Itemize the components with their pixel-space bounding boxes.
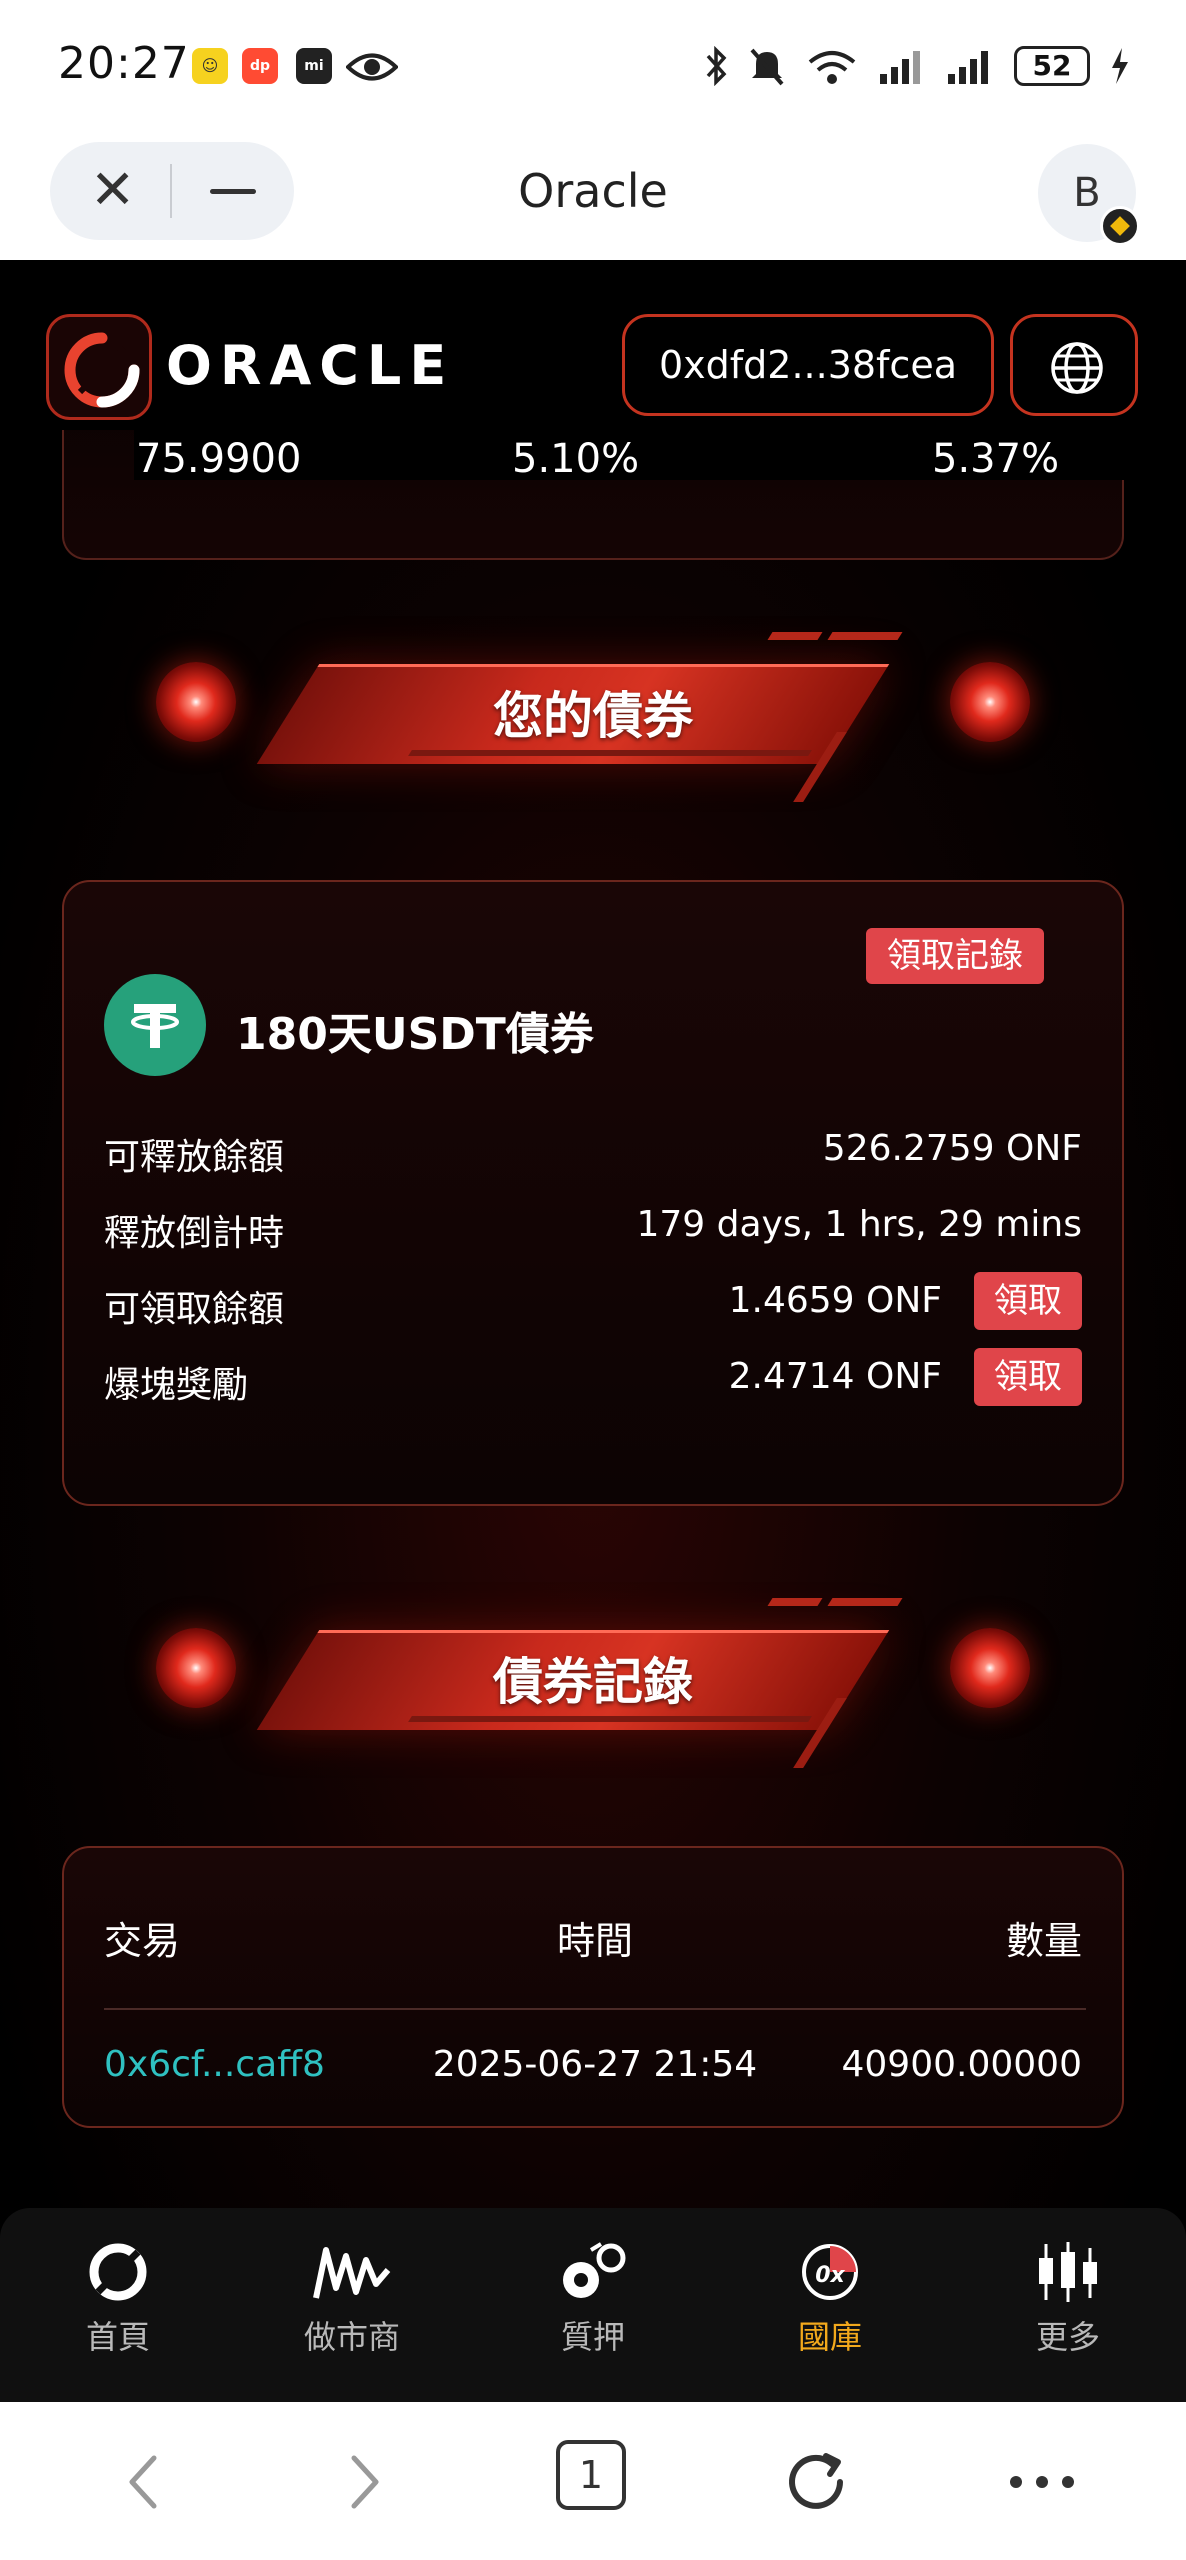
staking-icon bbox=[563, 2242, 626, 2298]
globe-icon bbox=[1051, 342, 1103, 394]
dapp-content: 75.9900 5.10% 5.37% ORACLE 0xdfd2...38fc… bbox=[0, 260, 1186, 2402]
status-bar: 20:27 ☺ dp mi 52 bbox=[0, 0, 1186, 130]
section-title: 您的債券 bbox=[493, 687, 693, 745]
claim-reward-button[interactable]: 領取 bbox=[974, 1348, 1082, 1406]
banner-decoration bbox=[767, 632, 823, 640]
page-title: Oracle bbox=[518, 164, 668, 218]
treasury-icon: 0x bbox=[802, 2244, 858, 2300]
browser-header: ✕ Oracle B bbox=[0, 130, 1186, 260]
mute-icon bbox=[750, 48, 784, 86]
back-icon[interactable] bbox=[118, 2442, 168, 2522]
notification-app-icon: ☺ bbox=[192, 48, 228, 84]
banner-decoration bbox=[827, 1598, 903, 1606]
rate-value-3: 5.37% bbox=[932, 436, 1060, 482]
nav-item-treasury[interactable]: 0x 國庫 bbox=[750, 2240, 910, 2358]
banner-decoration bbox=[408, 750, 812, 756]
column-header-amount: 數量 bbox=[1005, 1919, 1082, 1963]
claim-records-button[interactable]: 領取記錄 bbox=[866, 928, 1044, 984]
nav-item-home[interactable]: 首頁 bbox=[38, 2240, 198, 2358]
nav-label: 更多 bbox=[1035, 2318, 1100, 2356]
nav-label: 國庫 bbox=[797, 2318, 862, 2356]
profile-avatar[interactable]: B bbox=[1038, 144, 1140, 246]
nav-label: 質押 bbox=[560, 2318, 625, 2356]
wallet-address-button[interactable]: 0xdfd2...38fcea bbox=[622, 314, 994, 416]
releasable-balance-label: 可釋放餘額 bbox=[104, 1137, 285, 1178]
signal-icon bbox=[948, 51, 988, 84]
battery-icon: 52 bbox=[1014, 46, 1090, 86]
rate-value-1: 75.9900 bbox=[136, 436, 302, 482]
forward-icon[interactable] bbox=[340, 2442, 390, 2522]
bluetooth-icon bbox=[706, 46, 727, 86]
home-logo-icon bbox=[89, 2243, 147, 2301]
nav-label: 首頁 bbox=[85, 2318, 150, 2356]
claim-button[interactable]: 領取 bbox=[974, 1272, 1082, 1330]
section-title: 債券記錄 bbox=[493, 1653, 693, 1711]
claimable-balance-value: 1.4659 ONF bbox=[728, 1280, 942, 1321]
bond-name: 180天USDT債券 bbox=[236, 1009, 594, 1060]
bottom-navigation: 首頁 做市商 質押 0x 國庫 更多 bbox=[0, 2208, 1186, 2402]
bond-records-banner: 債券記錄 bbox=[0, 1578, 1186, 1768]
table-divider bbox=[104, 2008, 1086, 2010]
logo-text: ORACLE bbox=[166, 334, 455, 397]
your-bonds-banner: 您的債券 bbox=[0, 612, 1186, 802]
oracle-logo-icon[interactable] bbox=[46, 314, 152, 420]
status-right-icons: 52 bbox=[704, 44, 1130, 88]
nav-item-staking[interactable]: 質押 bbox=[513, 2240, 673, 2358]
status-time: 20:27 bbox=[58, 38, 190, 89]
app-topbar: ORACLE 0xdfd2...38fcea bbox=[0, 260, 1186, 430]
nav-item-more[interactable]: 更多 bbox=[988, 2240, 1148, 2358]
profile-initial: B bbox=[1073, 170, 1101, 216]
usdt-icon bbox=[104, 974, 206, 1076]
dianping-icon: dp bbox=[242, 48, 278, 84]
wifi-icon bbox=[808, 51, 856, 84]
svg-text:0x: 0x bbox=[815, 2263, 845, 2288]
more-menu-icon[interactable] bbox=[1002, 2442, 1082, 2522]
record-amount: 40900.00000 bbox=[841, 2044, 1083, 2085]
binance-badge-icon bbox=[1100, 206, 1140, 246]
rate-value-2: 5.10% bbox=[512, 436, 640, 482]
nav-item-market-maker[interactable]: 做市商 bbox=[272, 2240, 432, 2358]
refresh-icon[interactable] bbox=[776, 2442, 856, 2522]
eye-icon bbox=[346, 53, 398, 81]
tabs-button[interactable]: 1 bbox=[556, 2440, 626, 2510]
column-header-time: 時間 bbox=[556, 1919, 633, 1963]
banner-decoration bbox=[767, 1598, 823, 1606]
block-reward-label: 爆塊獎勵 bbox=[104, 1365, 249, 1406]
banner-decoration bbox=[827, 632, 903, 640]
banner-decoration bbox=[408, 1716, 812, 1722]
mi-icon: mi bbox=[296, 48, 332, 84]
nav-label: 做市商 bbox=[303, 2318, 400, 2356]
bond-card: 領取記錄 180天USDT債券 可釋放餘額 526.2759 ONF 釋放倒計時… bbox=[62, 880, 1124, 1506]
release-countdown-value: 179 days, 1 hrs, 29 mins bbox=[636, 1204, 1082, 1245]
releasable-balance-value: 526.2759 ONF bbox=[822, 1128, 1082, 1169]
language-button[interactable] bbox=[1010, 314, 1138, 416]
release-countdown-label: 釋放倒計時 bbox=[104, 1213, 285, 1254]
bond-records-table: 交易 時間 數量 0x6cf...caff8 2025-06-27 21:54 … bbox=[62, 1846, 1124, 2128]
block-reward-value: 2.4714 ONF bbox=[728, 1356, 942, 1397]
signal-icon bbox=[880, 51, 920, 84]
browser-bottom-bar: 1 bbox=[0, 2402, 1186, 2560]
claimable-balance-label: 可領取餘額 bbox=[104, 1289, 285, 1330]
market-maker-icon bbox=[313, 2247, 391, 2299]
charging-icon bbox=[1112, 48, 1128, 84]
more-candles-icon bbox=[1039, 2242, 1097, 2302]
